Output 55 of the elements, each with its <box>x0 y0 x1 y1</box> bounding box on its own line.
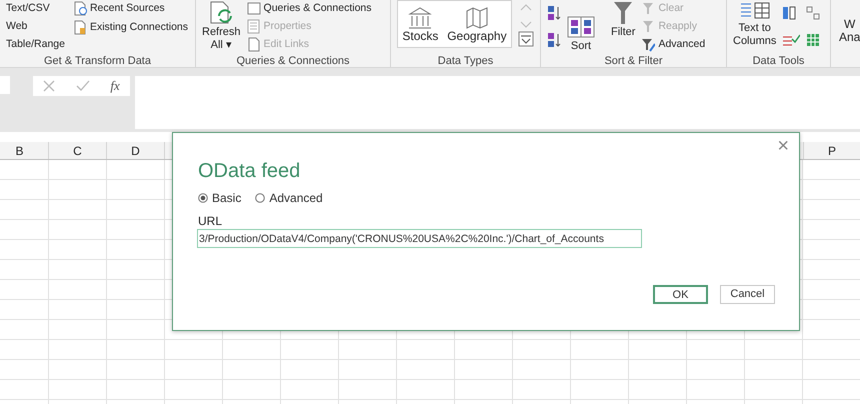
data-type-option[interactable]: Stocks <box>402 6 438 43</box>
group-label: Data Types <box>436 54 494 67</box>
sort-ascending-icon <box>547 5 561 22</box>
ribbon-command[interactable]: Existing Connections <box>90 20 188 35</box>
refresh-all-button[interactable]: Refresh All ▾ <box>202 0 241 53</box>
filter-icon <box>613 0 634 26</box>
check-icon <box>76 80 90 92</box>
name-box[interactable] <box>0 76 10 94</box>
column-header[interactable]: C <box>49 142 107 159</box>
ribbon-command[interactable]: Table/Range <box>6 37 65 52</box>
ribbon-command[interactable]: Queries & Connections <box>264 1 372 16</box>
insert-function-button[interactable]: fx <box>110 76 120 96</box>
filter-icon <box>641 37 656 52</box>
radio-icon <box>198 193 208 203</box>
ok-button[interactable]: OK <box>653 285 708 304</box>
bank-icon <box>407 6 434 30</box>
ribbon-command[interactable]: Web <box>6 19 28 34</box>
document-icon <box>246 37 261 52</box>
cancel-button[interactable]: Cancel <box>720 285 775 304</box>
column-header[interactable]: D <box>107 142 165 159</box>
data-model-icon <box>806 32 820 47</box>
dialog-title: OData feed <box>198 159 300 183</box>
radio-icon <box>255 193 266 203</box>
ribbon-command[interactable]: Advanced <box>658 37 706 52</box>
ribbon-command[interactable]: Ana <box>839 31 860 44</box>
radio-option[interactable]: Basic <box>198 189 242 207</box>
url-field[interactable]: 3/Production/ODataV4/Company('CRONUS%20USA%2C%20Inc.')/Chart_of_Accounts <box>197 229 642 248</box>
group-label: Queries & Connections <box>235 54 351 67</box>
close-button[interactable]: × <box>773 135 793 157</box>
cancel-icon <box>43 80 56 92</box>
ribbon-command[interactable]: Recent Sources <box>90 1 165 16</box>
flash-fill-icon <box>782 6 796 20</box>
ribbon-command[interactable]: Text/CSV <box>6 1 50 16</box>
url-label: URL <box>198 213 222 230</box>
text-to-columns-button[interactable]: Text to Columns <box>733 0 776 53</box>
relationships-icon <box>806 6 820 20</box>
map-icon <box>464 6 490 30</box>
radio-option[interactable]: Advanced <box>255 189 323 207</box>
list-icon <box>246 19 261 34</box>
document-icon <box>72 20 87 35</box>
filter-icon <box>641 1 656 16</box>
group-label: Data Tools <box>752 54 806 67</box>
sort-descending-icon <box>547 32 561 48</box>
column-header[interactable]: P <box>803 142 860 159</box>
column-header[interactable]: B <box>0 142 49 159</box>
filter-icon <box>641 19 656 34</box>
group-label: Sort & Filter <box>603 54 664 67</box>
data-type-option[interactable]: Geography <box>447 6 507 43</box>
group-label: Get & Transform Data <box>43 54 152 67</box>
sort-icon <box>567 16 595 40</box>
filter-button[interactable]: Filter <box>611 0 636 53</box>
ribbon-command[interactable]: W <box>844 18 856 31</box>
data-validation-icon <box>782 32 800 47</box>
sort-button[interactable]: Sort <box>567 0 595 53</box>
formula-input[interactable] <box>135 76 860 129</box>
